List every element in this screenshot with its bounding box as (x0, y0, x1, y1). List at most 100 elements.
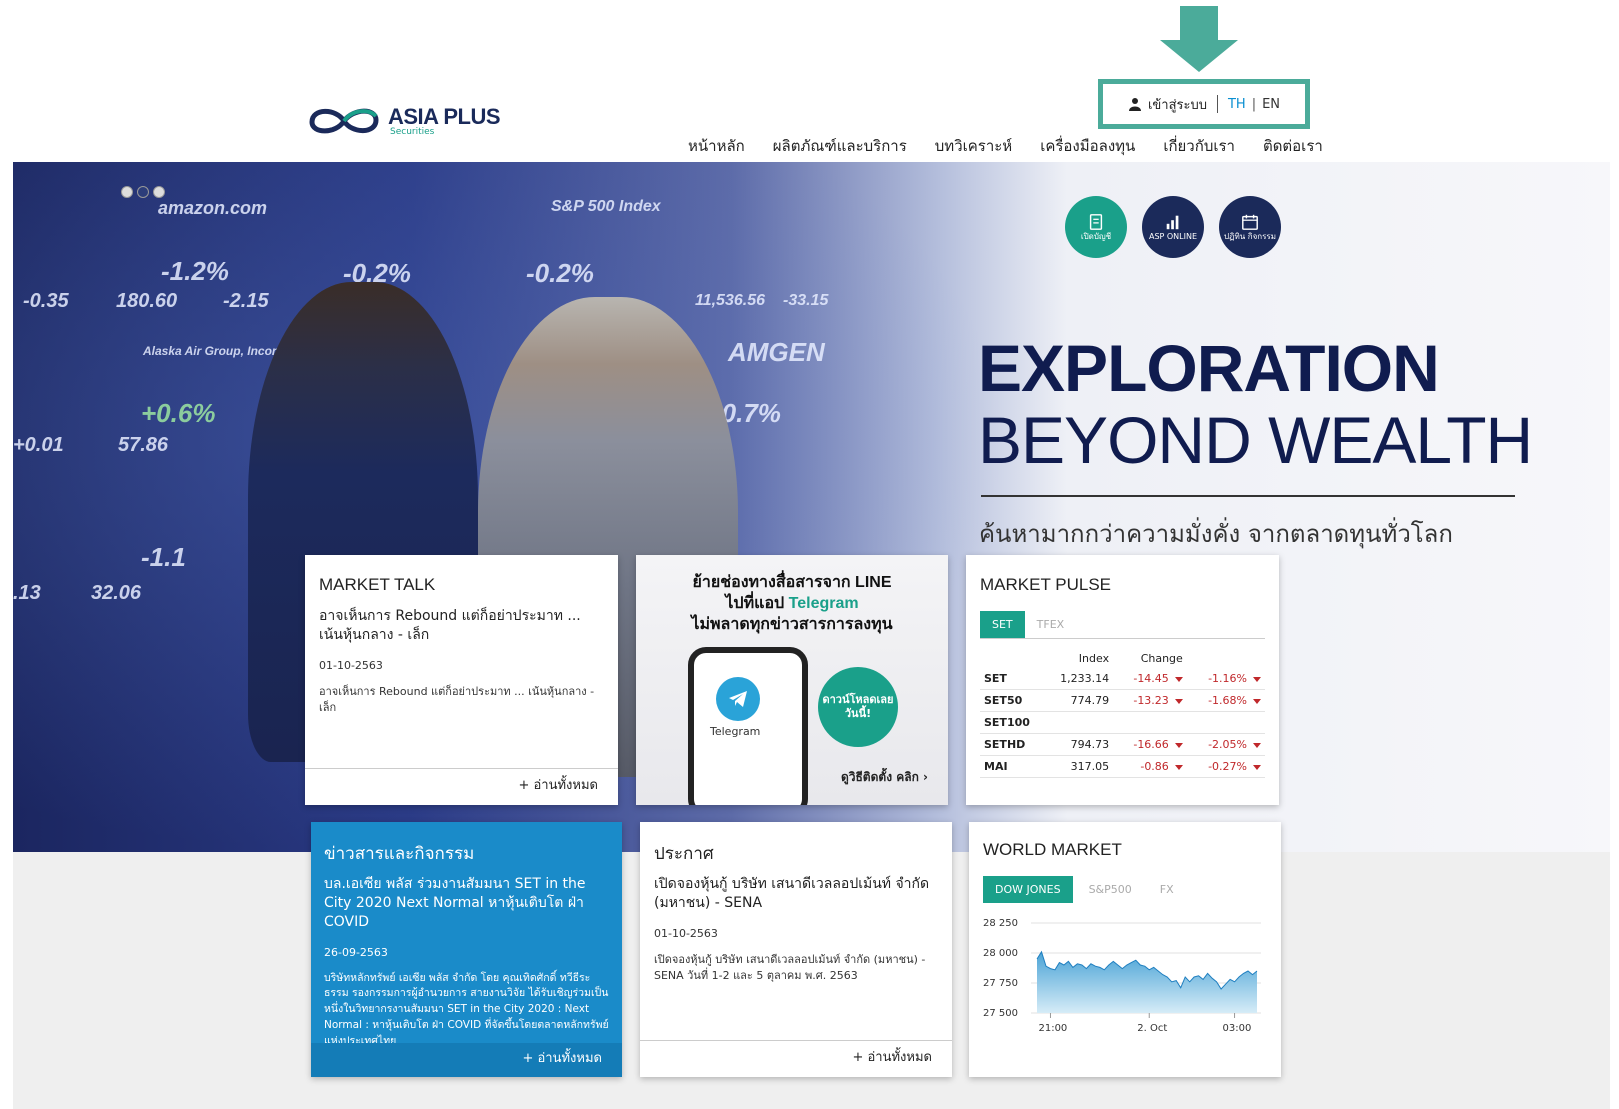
infinity-logo-icon (309, 108, 379, 134)
carousel-dots[interactable] (121, 186, 165, 198)
x-tick-label: 21:00 (1038, 1023, 1067, 1034)
index-name: SET100 (980, 711, 1040, 734)
caret-down-icon (1253, 698, 1261, 704)
news-date: 26-09-2563 (324, 945, 388, 959)
market-pulse-title: MARKET PULSE (980, 575, 1112, 594)
nav-products-services[interactable]: ผลิตภัณฑ์และบริการ (773, 134, 907, 158)
index-name: SET (980, 668, 1040, 690)
index-value: 794.73 (1040, 733, 1114, 756)
y-tick-label: 27 500 (983, 1008, 1018, 1019)
world-market-tabs: DOW JONES S&P500 FX (983, 876, 1267, 903)
announcement-date: 01-10-2563 (654, 926, 718, 940)
board-ticker: -2.15 (223, 290, 269, 312)
nav-about-us[interactable]: เกี่ยวกับเรา (1163, 134, 1235, 158)
board-ticker: +0.01 (13, 434, 64, 456)
board-ticker: S&P 500 Index (551, 198, 661, 215)
index-value: 1,233.14 (1040, 668, 1114, 690)
board-ticker: amazon.com (158, 198, 268, 218)
market-talk-headline[interactable]: อาจเห็นการ Rebound แต่ก็อย่าประมาท ... เ… (319, 607, 604, 645)
table-row[interactable]: SET50 774.79 -13.23 -1.68% (980, 689, 1265, 712)
index-name: MAI (980, 755, 1040, 778)
asia-plus-logo[interactable]: ASIA PLUS Securities (306, 104, 501, 138)
nav-research[interactable]: บทวิเคราะห์ (935, 134, 1012, 158)
tab-fx[interactable]: FX (1148, 876, 1186, 903)
board-ticker: +0.6% (141, 398, 216, 428)
caret-down-icon (1253, 676, 1261, 682)
nav-contact-us[interactable]: ติดต่อเรา (1263, 134, 1323, 158)
market-talk-read-all-link[interactable]: + อ่านทั้งหมด (518, 774, 598, 795)
carousel-dot-active[interactable] (137, 186, 149, 198)
asp-online-button[interactable]: ASP ONLINE (1142, 196, 1204, 258)
telegram-promo-heading: ย้ายช่องทางสื่อสารจาก LINE ไปที่แอป Tele… (636, 555, 948, 635)
annotation-arrow-icon (1160, 6, 1238, 72)
carousel-dot[interactable] (153, 186, 165, 198)
divider (640, 1040, 952, 1041)
carousel-dot[interactable] (121, 186, 133, 198)
site-header: เข้าสู่ระบบ TH | EN ASIA PLUS Securities… (0, 0, 1619, 162)
caret-down-icon (1253, 764, 1261, 770)
x-tick-label: 2. Oct (1137, 1023, 1167, 1034)
tab-dow-jones[interactable]: DOW JONES (983, 876, 1073, 903)
page-root: amazon.com -1.2% 180.60 -2.15 -0.2% S&P … (0, 0, 1619, 1109)
announcement-headline[interactable]: เปิดจองหุ้นกู้ บริษัท เสนาดีเวลลอปเม้นท์… (654, 875, 938, 913)
table-row[interactable]: SET 1,233.14 -14.45 -1.16% (980, 668, 1265, 690)
promo-telegram-word: Telegram (788, 594, 859, 612)
index-name: SET50 (980, 689, 1040, 712)
divider (305, 768, 618, 769)
caret-down-icon (1253, 742, 1261, 748)
news-title: ข่าวสารและกิจกรรม (324, 844, 475, 863)
table-row[interactable]: SETHD 794.73 -16.66 -2.05% (980, 733, 1265, 756)
table-header-row: Index Change (980, 649, 1265, 668)
index-change: -14.45 (1113, 668, 1187, 690)
market-talk-title: MARKET TALK (319, 575, 436, 594)
index-change-pct (1186, 711, 1265, 734)
column-header-change: Change (1140, 652, 1183, 665)
index-change: -16.66 (1113, 733, 1187, 756)
board-ticker: 57.86 (118, 434, 169, 456)
login-language-bar: เข้าสู่ระบบ TH | EN (1098, 79, 1310, 129)
calendar-button[interactable]: ปฏิทิน กิจกรรม (1219, 196, 1281, 258)
board-ticker: 180.60 (116, 290, 178, 312)
telegram-app-label: Telegram (710, 725, 761, 738)
hero-title-line1: EXPLORATION (978, 331, 1440, 405)
market-pulse-card: MARKET PULSE SET TFEX Index Change SET 1… (966, 555, 1279, 805)
news-read-all-link[interactable]: + อ่านทั้งหมด (522, 1047, 602, 1068)
telegram-promo-banner[interactable]: ย้ายช่องทางสื่อสารจาก LINE ไปที่แอป Tele… (636, 555, 948, 805)
nav-investment-tools[interactable]: เครื่องมือลงทุน (1040, 134, 1135, 158)
hero-divider (981, 495, 1515, 497)
y-tick-label: 28 250 (983, 918, 1018, 929)
market-pulse-tabs: SET TFEX (980, 611, 1265, 639)
document-icon (1089, 213, 1103, 230)
news-headline[interactable]: บล.เอเซีย พลัส ร่วมงานสัมมนา SET in the … (324, 875, 609, 932)
tab-tfex[interactable]: TFEX (1025, 611, 1077, 638)
index-name: SETHD (980, 733, 1040, 756)
promo-line3: ไม่พลาดทุกข่าวสารการลงทุน (691, 615, 893, 633)
install-guide-link[interactable]: ดูวิธีติดตั้ง คลิก › (841, 768, 928, 787)
announcement-read-all-link[interactable]: + อ่านทั้งหมด (852, 1046, 932, 1067)
download-now-bubble[interactable]: ดาวน์โหลดเลย วันนี้! (818, 667, 898, 747)
login-link[interactable]: เข้าสู่ระบบ (1148, 94, 1207, 115)
y-tick-label: 28 000 (983, 948, 1018, 959)
world-market-card: WORLD MARKET DOW JONES S&P500 FX 27 500 2… (969, 822, 1281, 1077)
open-account-button[interactable]: เปิดบัญชี (1065, 196, 1127, 258)
tab-sp500[interactable]: S&P500 (1077, 876, 1144, 903)
bar-chart-icon (1166, 215, 1179, 229)
board-ticker: -33.15 (783, 292, 829, 309)
dow-jones-chart: 27 500 27 750 28 000 28 250 21:00 2. Oct 03:00 (983, 918, 1261, 1034)
nav-home[interactable]: หน้าหลัก (688, 134, 745, 158)
language-en[interactable]: EN (1262, 97, 1280, 112)
index-change: -13.23 (1113, 689, 1187, 712)
y-tick-label: 27 750 (983, 978, 1018, 989)
table-row[interactable]: SET100 (980, 711, 1265, 734)
market-talk-card: MARKET TALK อาจเห็นการ Rebound แต่ก็อย่า… (305, 555, 618, 805)
table-row[interactable]: MAI 317.05 -0.86 -0.27% (980, 755, 1265, 778)
column-header-index: Index (1078, 652, 1110, 665)
language-th[interactable]: TH (1228, 97, 1246, 112)
asp-online-label: ASP ONLINE (1148, 231, 1198, 241)
index-change-pct: -2.05% (1186, 733, 1265, 756)
index-change-pct: -0.27% (1186, 755, 1265, 778)
main-nav: หน้าหลัก ผลิตภัณฑ์และบริการ บทวิเคราะห์ … (688, 134, 1323, 158)
board-ticker: -0.35 (23, 290, 69, 312)
tab-set[interactable]: SET (980, 611, 1025, 638)
board-ticker: .13 (13, 582, 41, 604)
